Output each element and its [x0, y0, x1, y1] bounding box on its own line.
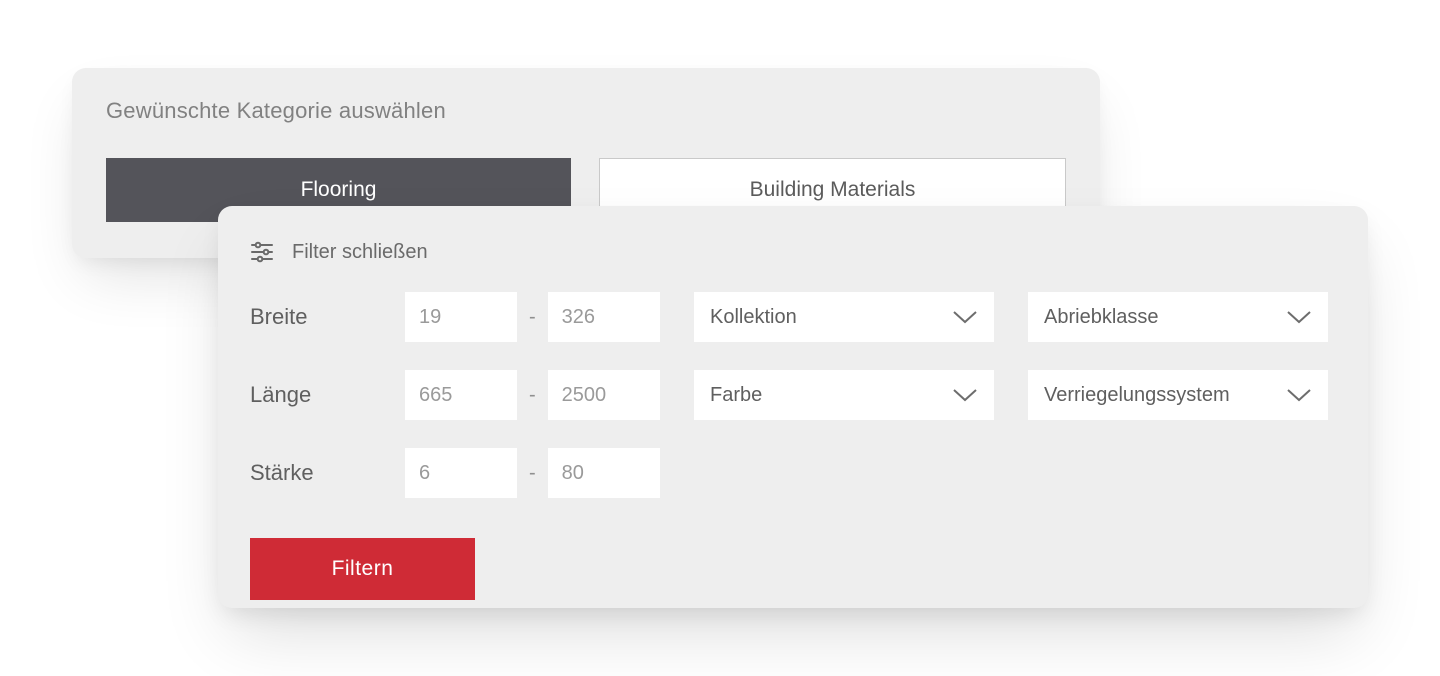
- chevron-down-icon: [1286, 309, 1312, 325]
- sliders-icon: [250, 240, 274, 264]
- chevron-down-icon: [1286, 387, 1312, 403]
- dropdown-kollektion[interactable]: Kollektion: [694, 292, 994, 342]
- laenge-min-input[interactable]: [405, 370, 517, 420]
- range-label-laenge: Länge: [250, 382, 405, 408]
- dash: -: [525, 384, 540, 407]
- range-row-staerke: Stärke -: [250, 448, 660, 498]
- chevron-down-icon: [952, 309, 978, 325]
- range-row-breite: Breite -: [250, 292, 660, 342]
- dropdown-label: Farbe: [710, 384, 762, 407]
- range-label-breite: Breite: [250, 304, 405, 330]
- filter-close-button[interactable]: Filter schließen: [250, 240, 1336, 264]
- laenge-max-input[interactable]: [548, 370, 660, 420]
- dropdown-farbe[interactable]: Farbe: [694, 370, 994, 420]
- filter-close-label: Filter schließen: [292, 241, 428, 264]
- filter-submit-button[interactable]: Filtern: [250, 538, 475, 600]
- staerke-max-input[interactable]: [548, 448, 660, 498]
- breite-max-input[interactable]: [548, 292, 660, 342]
- range-label-staerke: Stärke: [250, 460, 405, 486]
- dropdown-abriebklasse[interactable]: Abriebklasse: [1028, 292, 1328, 342]
- filter-card: Filter schließen Breite - Kollektion Abr…: [218, 206, 1368, 608]
- category-title: Gewünschte Kategorie auswählen: [106, 98, 1066, 124]
- chevron-down-icon: [952, 387, 978, 403]
- dash: -: [525, 306, 540, 329]
- dropdown-label: Kollektion: [710, 306, 797, 329]
- dash: -: [525, 462, 540, 485]
- breite-min-input[interactable]: [405, 292, 517, 342]
- range-row-laenge: Länge -: [250, 370, 660, 420]
- staerke-min-input[interactable]: [405, 448, 517, 498]
- dropdown-label: Abriebklasse: [1044, 306, 1159, 329]
- dropdown-verriegelung[interactable]: Verriegelungssystem: [1028, 370, 1328, 420]
- dropdown-label: Verriegelungssystem: [1044, 384, 1230, 407]
